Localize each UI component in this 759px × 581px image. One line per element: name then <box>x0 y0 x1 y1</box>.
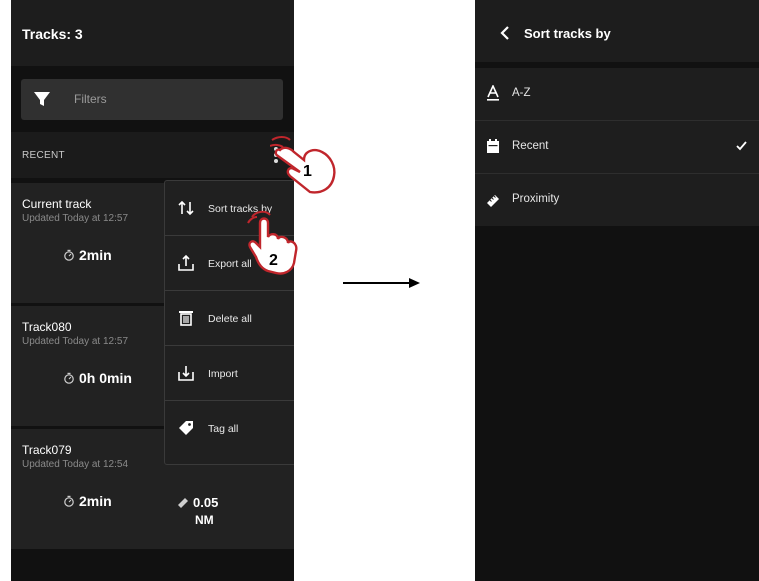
calendar-icon <box>487 139 499 153</box>
sort-option-label: Recent <box>512 140 549 152</box>
sort-option-proximity[interactable]: Proximity <box>475 174 759 226</box>
sort-option-recent[interactable]: Recent <box>475 121 759 174</box>
tracks-header: Tracks: 3 <box>11 0 294 66</box>
sort-options-list: A-Z Recent Proximity <box>475 68 759 226</box>
track-name: Track079 <box>22 443 72 457</box>
step-number-2: 2 <box>269 252 278 269</box>
page-title: Sort tracks by <box>524 26 611 41</box>
track-duration: 0h 0min <box>63 370 132 386</box>
menu-item-delete-all[interactable]: Delete all <box>165 291 294 346</box>
sort-option-label: A-Z <box>512 87 531 99</box>
alphabet-icon <box>487 85 499 101</box>
menu-item-label: Delete all <box>208 313 252 325</box>
transition-arrow-icon <box>343 278 420 288</box>
page-title: Tracks: 3 <box>22 26 83 42</box>
tracks-screen: Tracks: 3 Filters RECENT Current track U… <box>11 0 294 581</box>
track-name: Current track <box>22 197 92 211</box>
trash-icon <box>179 311 193 326</box>
sort-header: Sort tracks by <box>475 0 759 62</box>
back-arrow-icon[interactable] <box>499 25 511 41</box>
filters-label: Filters <box>74 92 107 106</box>
import-icon <box>178 366 194 381</box>
recent-section-header: RECENT <box>11 132 294 178</box>
track-duration: 2min <box>63 493 112 509</box>
section-label: RECENT <box>22 150 65 161</box>
menu-item-tag-all[interactable]: Tag all <box>165 401 294 455</box>
track-distance-unit: NM <box>195 513 214 527</box>
sort-option-a-z[interactable]: A-Z <box>475 68 759 121</box>
stopwatch-icon <box>64 372 74 384</box>
track-duration-value: 2min <box>79 493 112 509</box>
ruler-icon <box>487 195 499 207</box>
ruler-icon <box>178 498 188 508</box>
stopwatch-icon <box>64 495 74 507</box>
checkmark-icon <box>736 141 747 151</box>
track-duration: 2min <box>63 247 112 263</box>
menu-item-label: Tag all <box>208 423 239 435</box>
tag-icon <box>179 421 193 435</box>
sort-tracks-screen: Sort tracks by A-Z Recent Proximity <box>475 0 759 581</box>
sort-arrows-icon <box>178 200 194 216</box>
track-duration-value: 2min <box>79 247 112 263</box>
menu-item-import[interactable]: Import <box>165 346 294 401</box>
filter-icon <box>34 92 50 106</box>
track-updated: Updated Today at 12:57 <box>22 336 129 347</box>
export-icon <box>178 254 194 271</box>
track-distance: 0.05 <box>177 495 218 511</box>
track-updated: Updated Today at 12:57 <box>22 213 129 224</box>
track-updated: Updated Today at 12:54 <box>22 459 129 470</box>
filters-button[interactable]: Filters <box>21 79 283 120</box>
track-distance-value: 0.05 <box>193 495 219 510</box>
track-duration-value: 0h 0min <box>79 370 132 386</box>
menu-item-label: Import <box>208 368 238 380</box>
stopwatch-icon <box>64 249 74 261</box>
track-name: Track080 <box>22 320 72 334</box>
step-number-1: 1 <box>303 163 312 180</box>
sort-option-label: Proximity <box>512 193 560 205</box>
